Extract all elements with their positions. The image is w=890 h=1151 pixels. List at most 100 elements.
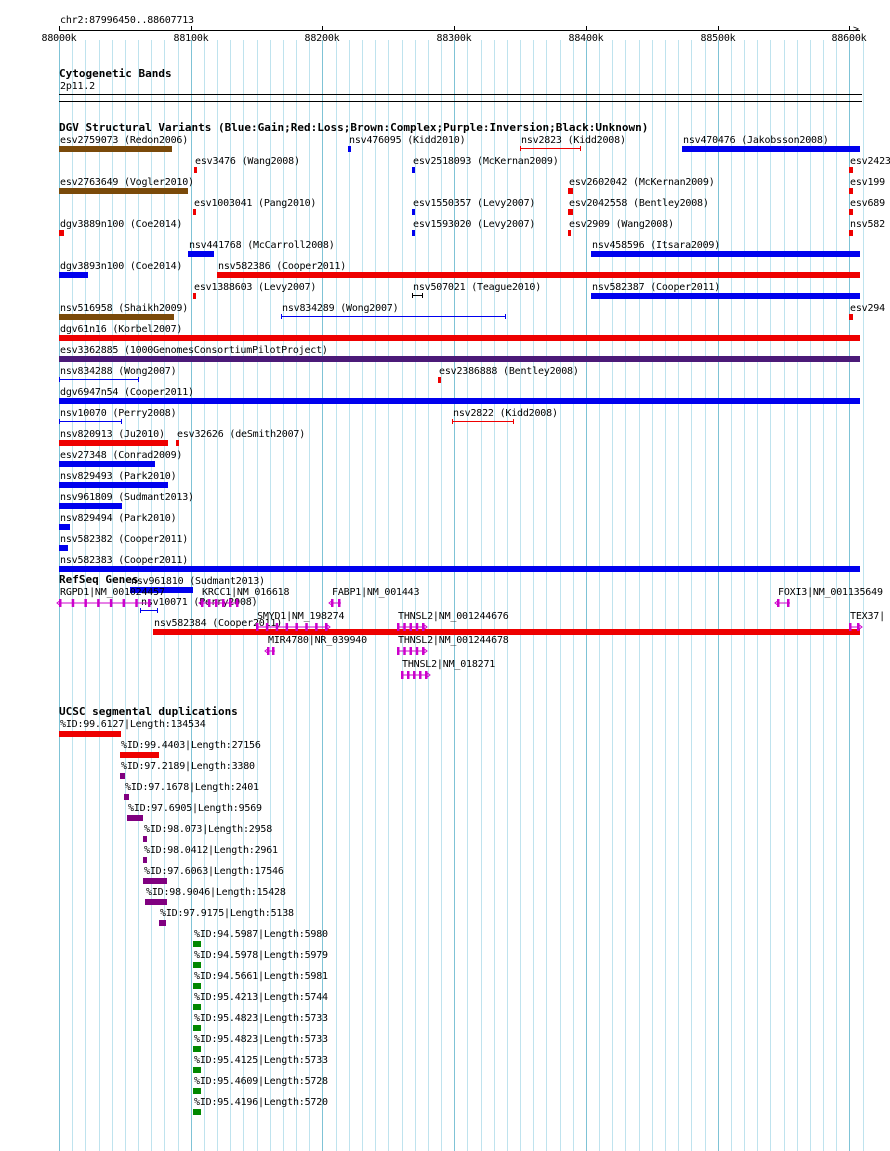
segdup-label: %ID:98.073|Length:2958 (144, 824, 273, 835)
gene-exon (256, 623, 259, 631)
dgv-variant-interval[interactable] (59, 421, 122, 422)
dgv-variant-bar[interactable] (568, 188, 573, 194)
dgv-variant-bar[interactable] (188, 251, 214, 257)
dgv-variant-bar[interactable] (59, 461, 155, 467)
dgv-variant-interval[interactable] (140, 610, 158, 611)
dgv-variant-bar[interactable] (59, 356, 860, 362)
segdup-bar[interactable] (193, 1046, 201, 1052)
refseq-gene-model[interactable] (197, 597, 243, 609)
segdup-label: %ID:95.4609|Length:5728 (194, 1076, 328, 1087)
dgv-variant-bar[interactable] (59, 545, 68, 551)
dgv-variant-bar[interactable] (59, 314, 174, 320)
dgv-variant-bar[interactable] (849, 188, 853, 194)
segdup-track-title: UCSC segmental duplications (59, 705, 238, 718)
segdup-bar[interactable] (193, 1088, 201, 1094)
dgv-variant-bar[interactable] (194, 167, 197, 173)
dgv-variant-bar[interactable] (412, 230, 415, 236)
dgv-variant-label: nsv516958 (Shaikh2009) (60, 303, 189, 314)
dgv-variant-bar[interactable] (591, 251, 860, 257)
dgv-variant-interval[interactable] (520, 148, 581, 149)
dgv-variant-bar[interactable] (849, 167, 853, 173)
segdup-label: %ID:95.4823|Length:5733 (194, 1013, 328, 1024)
dgv-variant-bar[interactable] (568, 209, 573, 215)
refseq-gene-model[interactable] (55, 597, 155, 609)
gene-exon (403, 623, 406, 631)
dgv-variant-bar[interactable] (568, 230, 571, 236)
refseq-gene-model[interactable] (397, 669, 432, 681)
dgv-variant-label: nsv582383 (Cooper2011) (60, 555, 189, 566)
gene-exon (236, 599, 239, 607)
segdup-bar[interactable] (193, 1109, 201, 1115)
segdup-bar[interactable] (193, 941, 201, 947)
dgv-variant-bar[interactable] (348, 146, 351, 152)
segdup-bar[interactable] (193, 1004, 201, 1010)
dgv-variant-bar[interactable] (682, 146, 860, 152)
dgv-interval-end (580, 146, 581, 151)
range-label: chr2:87996450..88607713 (60, 15, 194, 26)
dgv-variant-bar[interactable] (59, 230, 64, 236)
gene-exon (84, 599, 87, 607)
segdup-bar[interactable] (120, 752, 159, 758)
refseq-gene-model[interactable] (393, 621, 429, 633)
segdup-bar[interactable] (143, 836, 147, 842)
gene-exon (272, 647, 275, 655)
dgv-variant-bar[interactable] (59, 272, 88, 278)
dgv-variant-bar[interactable] (412, 209, 415, 215)
segdup-bar[interactable] (145, 899, 167, 905)
segdup-bar[interactable] (193, 1025, 201, 1031)
dgv-variant-bar[interactable] (59, 503, 122, 509)
dgv-interval-end (505, 314, 506, 319)
segdup-bar[interactable] (143, 878, 167, 884)
refseq-gene-model[interactable] (263, 645, 279, 657)
dgv-variant-bar[interactable] (59, 335, 860, 341)
dgv-interval-end (412, 293, 413, 298)
gene-exon (397, 647, 400, 655)
dgv-variant-bar[interactable] (59, 398, 860, 404)
refseq-gene-model[interactable] (773, 597, 794, 609)
dgv-variant-bar[interactable] (59, 188, 188, 194)
dgv-variant-bar[interactable] (217, 272, 860, 278)
segdup-bar[interactable] (193, 962, 201, 968)
refseq-gene-model[interactable] (327, 597, 345, 609)
segdup-bar[interactable] (159, 920, 166, 926)
refseq-gene-model[interactable] (252, 621, 332, 633)
ruler-tick (59, 26, 60, 31)
segdup-bar[interactable] (143, 857, 147, 863)
dgv-variant-bar[interactable] (59, 524, 70, 530)
ruler-tick-label: 88300k (436, 33, 472, 44)
dgv-variant-bar[interactable] (59, 482, 168, 488)
dgv-variant-bar[interactable] (193, 293, 196, 299)
dgv-variant-bar[interactable] (59, 566, 860, 572)
dgv-variant-bar[interactable] (438, 377, 441, 383)
dgv-variant-bar[interactable] (849, 230, 853, 236)
dgv-variant-bar[interactable] (849, 209, 853, 215)
segdup-bar[interactable] (127, 815, 143, 821)
segdup-label: %ID:94.5978|Length:5979 (194, 950, 328, 961)
dgv-variant-label: nsv834288 (Wong2007) (60, 366, 177, 377)
refseq-gene-model[interactable] (845, 621, 864, 633)
segdup-bar[interactable] (193, 1067, 201, 1073)
segdup-bar[interactable] (124, 794, 129, 800)
dgv-variant-bar[interactable] (591, 293, 860, 299)
dgv-variant-interval[interactable] (59, 379, 139, 380)
segdup-bar[interactable] (120, 773, 125, 779)
segdup-bar[interactable] (59, 731, 121, 737)
ruler-tick-label: 88600k (831, 33, 867, 44)
segdup-bar[interactable] (193, 983, 201, 989)
dgv-variant-bar[interactable] (412, 167, 415, 173)
dgv-variant-interval[interactable] (281, 316, 506, 317)
dgv-variant-bar[interactable] (849, 314, 853, 320)
segdup-label: %ID:97.9175|Length:5138 (160, 908, 294, 919)
refseq-gene-label: MIR4780|NR_039940 (268, 635, 367, 646)
refseq-gene-model[interactable] (393, 645, 429, 657)
dgv-variant-label: nsv2822 (Kidd2008) (453, 408, 558, 419)
dgv-variant-bar[interactable] (59, 440, 168, 446)
dgv-variant-bar[interactable] (176, 440, 179, 446)
segdup-label: %ID:99.4403|Length:27156 (121, 740, 261, 751)
dgv-interval-end (59, 419, 60, 424)
dgv-variant-bar[interactable] (59, 146, 172, 152)
dgv-interval-end (59, 377, 60, 382)
dgv-variant-interval[interactable] (452, 421, 514, 422)
ruler-tick (191, 26, 192, 31)
dgv-variant-bar[interactable] (193, 209, 196, 215)
